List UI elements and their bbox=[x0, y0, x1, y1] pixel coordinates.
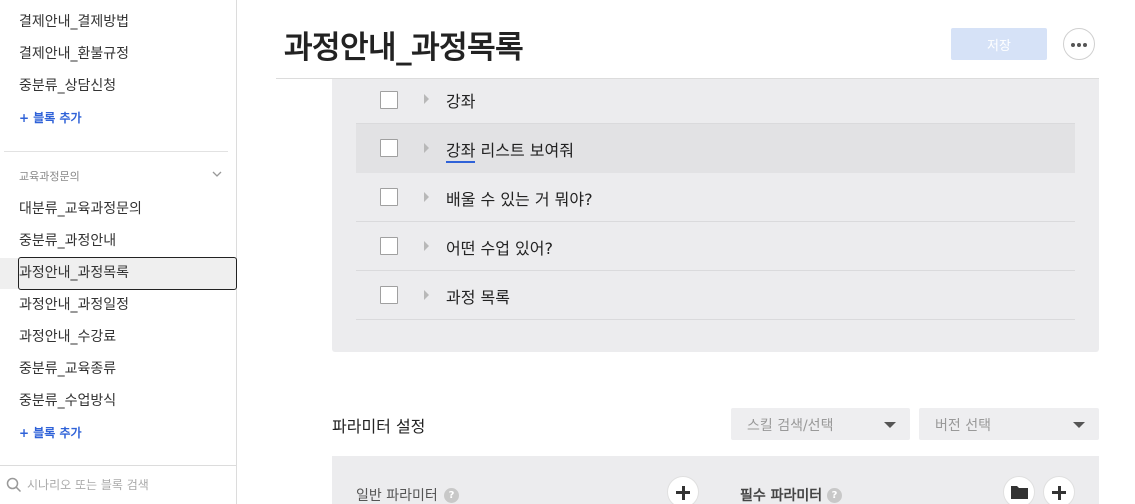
more-icon-dot bbox=[1071, 43, 1075, 47]
utterance-text-rest: 리스트 보여줘 bbox=[475, 141, 574, 160]
sidebar-item[interactable]: 대분류_교육과정문의 bbox=[19, 199, 142, 219]
utterance-text: 강좌 bbox=[446, 92, 476, 111]
sidebar-item[interactable]: 결제안내_환불규정 bbox=[19, 44, 129, 64]
utterance-text: 배울 수 있는 거 뭐야? bbox=[446, 190, 593, 209]
utterance-text: 어떤 수업 있어? bbox=[446, 239, 553, 258]
skill-select-value: 스킬 검색/선택 bbox=[747, 418, 834, 434]
folder-icon bbox=[1011, 486, 1028, 499]
group-title: 교육과정문의 bbox=[19, 170, 80, 183]
search-icon bbox=[6, 477, 22, 493]
add-required-param-button[interactable] bbox=[1043, 476, 1075, 504]
utterance-row[interactable]: 강좌 리스트 보여줘 bbox=[356, 124, 1075, 173]
active-highlight bbox=[0, 258, 18, 289]
caret-right-icon[interactable] bbox=[424, 241, 429, 251]
plus-icon bbox=[1057, 485, 1061, 500]
general-param-label: 일반 파라미터 bbox=[356, 488, 438, 504]
plus-icon bbox=[681, 485, 685, 500]
row-divider bbox=[356, 319, 1075, 320]
row-checkbox[interactable] bbox=[380, 139, 398, 157]
required-param-label: 필수 파라미터 bbox=[740, 488, 823, 504]
group-header[interactable]: 교육과정문의 bbox=[19, 165, 227, 183]
page-title: 과정안내_과정목록 bbox=[284, 30, 524, 66]
add-block-button[interactable]: + 블록 추가 bbox=[19, 109, 82, 126]
search-input[interactable] bbox=[27, 475, 227, 495]
utterance-row[interactable]: 배울 수 있는 거 뭐야? bbox=[356, 173, 1075, 222]
add-general-param-button[interactable] bbox=[667, 476, 699, 504]
sidebar-item-active[interactable]: 과정안내_과정목록 bbox=[18, 257, 237, 290]
utterance-row[interactable]: 강좌 bbox=[356, 75, 1075, 124]
sidebar-divider bbox=[4, 151, 228, 152]
param-section-title: 파라미터 설정 bbox=[332, 417, 426, 436]
more-options-button[interactable] bbox=[1063, 28, 1095, 60]
utterance-highlight[interactable]: 강좌 bbox=[446, 141, 476, 163]
sidebar-item[interactable]: 결제안내_결제방법 bbox=[19, 12, 129, 32]
sidebar-item[interactable]: 중분류_상담신청 bbox=[19, 76, 116, 96]
chevron-down-icon[interactable] bbox=[211, 168, 223, 180]
sidebar-item[interactable]: 중분류_수업방식 bbox=[19, 391, 116, 411]
sidebar-search bbox=[0, 465, 237, 504]
caret-right-icon[interactable] bbox=[424, 94, 429, 104]
help-icon[interactable]: ? bbox=[444, 488, 459, 503]
dropdown-arrow-icon bbox=[884, 422, 896, 428]
folder-button[interactable] bbox=[1003, 476, 1035, 504]
skill-select[interactable]: 스킬 검색/선택 bbox=[731, 408, 910, 440]
help-icon[interactable]: ? bbox=[827, 488, 842, 503]
dropdown-arrow-icon bbox=[1073, 422, 1085, 428]
add-block-button[interactable]: + 블록 추가 bbox=[19, 424, 82, 441]
caret-right-icon[interactable] bbox=[424, 290, 429, 300]
row-checkbox[interactable] bbox=[380, 286, 398, 304]
more-icon-dot bbox=[1083, 43, 1087, 47]
sidebar-item[interactable]: 과정안내_수강료 bbox=[19, 327, 116, 347]
utterance-text: 강좌 리스트 보여줘 bbox=[446, 137, 574, 163]
caret-right-icon[interactable] bbox=[424, 143, 429, 153]
row-checkbox[interactable] bbox=[380, 188, 398, 206]
version-select-value: 버전 선택 bbox=[935, 418, 991, 434]
sidebar: 결제안내_결제방법 결제안내_환불규정 중분류_상담신청 + 블록 추가 교육과… bbox=[0, 0, 237, 504]
sidebar-item[interactable]: 중분류_과정안내 bbox=[19, 231, 116, 251]
utterance-row[interactable]: 어떤 수업 있어? bbox=[356, 222, 1075, 271]
sidebar-item[interactable]: 중분류_교육종류 bbox=[19, 359, 116, 379]
more-icon-dot bbox=[1077, 43, 1081, 47]
caret-right-icon[interactable] bbox=[424, 192, 429, 202]
app-root: 결제안내_결제방법 결제안내_환불규정 중분류_상담신청 + 블록 추가 교육과… bbox=[0, 0, 1135, 504]
row-checkbox[interactable] bbox=[380, 237, 398, 255]
version-select[interactable]: 버전 선택 bbox=[919, 408, 1099, 440]
utterance-row[interactable]: 과정 목록 bbox=[356, 271, 1075, 320]
sidebar-item[interactable]: 과정안내_과정일정 bbox=[19, 295, 129, 315]
save-button[interactable]: 저장 bbox=[951, 28, 1047, 60]
utterance-text: 과정 목록 bbox=[446, 288, 510, 307]
row-checkbox[interactable] bbox=[380, 91, 398, 109]
